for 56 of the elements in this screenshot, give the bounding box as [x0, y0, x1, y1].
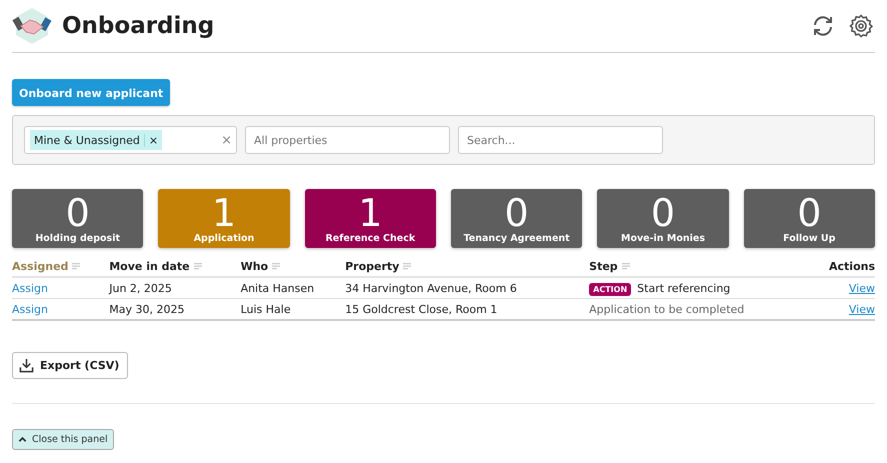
stage-count: 0 [66, 193, 90, 233]
search-field[interactable]: Search... [458, 126, 663, 154]
sort-icon[interactable] [622, 262, 630, 270]
stage-count: 1 [358, 193, 382, 233]
sort-icon[interactable] [194, 262, 202, 270]
assign-link[interactable]: Assign [12, 282, 48, 294]
tag-remove-button[interactable]: × [144, 134, 162, 146]
column-header[interactable]: Property [345, 260, 400, 273]
close-panel-button[interactable]: Close this panel [12, 429, 114, 450]
sort-icon[interactable] [72, 262, 80, 270]
stage-card[interactable]: 0 Move-in Monies [597, 189, 729, 248]
tag-label: Mine & Unassigned [33, 134, 141, 146]
table-cell: Luis Hale [240, 302, 291, 316]
stage-label: Reference Check [325, 233, 416, 244]
assign-link[interactable]: Assign [12, 302, 48, 316]
chevron-up-icon [18, 435, 27, 444]
table-cell: Jun 2, 2025 [109, 282, 172, 294]
clear-button[interactable]: × [221, 132, 232, 148]
stage-label: Application [194, 233, 254, 244]
handshake-icon [12, 6, 52, 46]
stage-label: Follow Up [783, 233, 836, 244]
column-header[interactable]: Who [240, 260, 268, 273]
column-header[interactable]: Step [589, 260, 618, 273]
stage-card[interactable]: 0 Follow Up [744, 189, 875, 248]
stage-label: Tenancy Agreement [464, 233, 570, 244]
page-title: Onboarding [62, 13, 214, 39]
view-link[interactable]: View [848, 302, 875, 316]
column-header[interactable]: Assigned [12, 260, 68, 273]
step-text: Application to be completed [589, 302, 744, 316]
refresh-icon[interactable] [811, 14, 835, 38]
table-cell: May 30, 2025 [109, 302, 184, 316]
sort-icon[interactable] [272, 262, 280, 270]
download-icon [19, 358, 34, 373]
stage-card[interactable]: 0 Tenancy Agreement [450, 189, 582, 248]
table-cell: Anita Hansen [240, 282, 314, 294]
step-text: Start referencing [637, 282, 730, 294]
stage-label: Move-in Monies [620, 233, 705, 244]
table-cell: 34 Harvington Avenue, Room 6 [345, 282, 517, 294]
export-button[interactable]: Export (CSV) [12, 352, 128, 379]
assignee-select[interactable]: Mine & Unassigned × × [24, 126, 237, 154]
action-badge: ACTION [589, 282, 632, 296]
stage-card[interactable]: 1 Reference Check [304, 189, 436, 248]
column-header[interactable]: Move in date [109, 260, 190, 273]
stage-count: 1 [212, 193, 236, 233]
table-cell: 15 Goldcrest Close, Room 1 [345, 302, 498, 316]
column-header[interactable]: Actions [829, 260, 875, 273]
sort-icon[interactable] [403, 262, 412, 270]
view-link[interactable]: View [848, 282, 875, 294]
stage-count: 0 [797, 193, 822, 233]
stage-card[interactable]: 0 Holding deposit [12, 189, 144, 248]
stage-label: Holding deposit [35, 233, 120, 244]
stage-card[interactable]: 1 Application [158, 189, 290, 248]
stage-count: 0 [650, 193, 676, 233]
property-field[interactable]: All properties [245, 126, 450, 154]
settings-icon[interactable] [849, 14, 873, 38]
stage-count: 0 [504, 193, 529, 233]
